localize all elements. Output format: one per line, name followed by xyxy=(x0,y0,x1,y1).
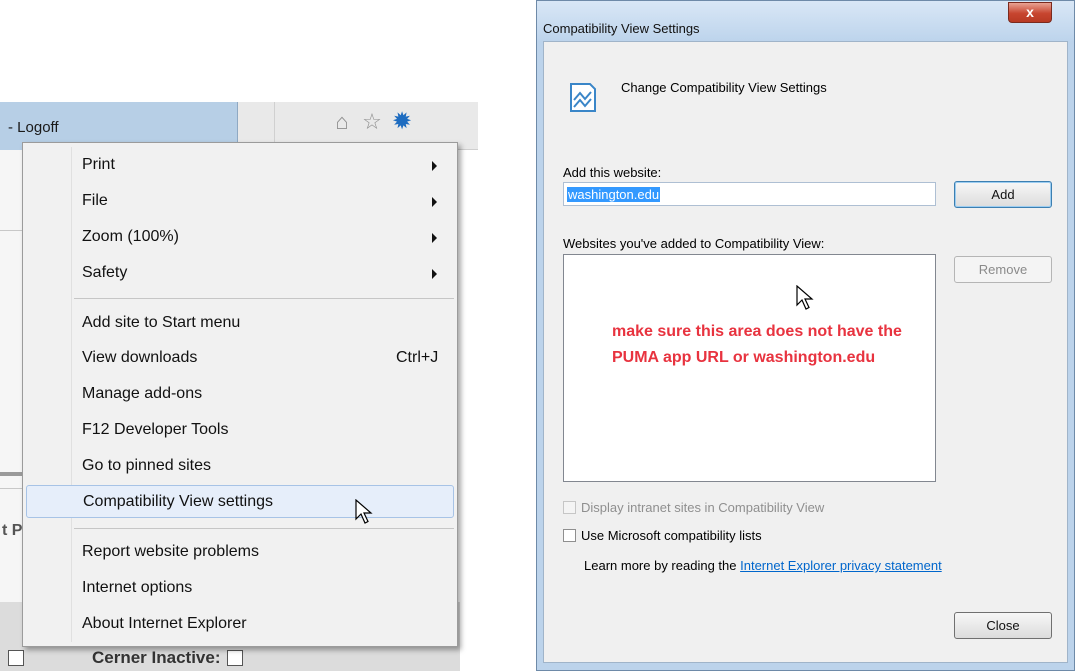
menu-item-label: Report website problems xyxy=(82,543,259,560)
menu-item-internet-options[interactable]: Internet options xyxy=(26,572,454,605)
cerner-inactive-row: Cerner Inactive: xyxy=(8,648,243,668)
close-button[interactable]: Close xyxy=(954,612,1052,639)
add-website-value: washington.edu xyxy=(567,187,661,202)
menu-item-shortcut: Ctrl+J xyxy=(396,349,439,366)
menu-item-label: F12 Developer Tools xyxy=(82,421,229,438)
cerner-inactive-checkbox[interactable] xyxy=(226,650,243,666)
menu-item-manage-addons[interactable]: Manage add-ons xyxy=(26,378,454,411)
added-websites-list[interactable]: make sure this area does not have the PU… xyxy=(563,254,936,482)
menu-item-about-ie[interactable]: About Internet Explorer xyxy=(26,608,454,641)
star-icon[interactable]: ☆ xyxy=(360,110,384,134)
submenu-arrow-icon xyxy=(432,161,437,171)
submenu-arrow-icon xyxy=(432,269,437,279)
menu-item-label: View downloads xyxy=(82,349,198,366)
ms-lists-checkbox-label: Use Microsoft compatibility lists xyxy=(581,528,762,543)
intranet-checkbox-label: Display intranet sites in Compatibility … xyxy=(581,500,825,515)
add-website-input[interactable]: washington.edu xyxy=(563,182,936,206)
menu-item-zoom[interactable]: Zoom (100%) xyxy=(26,221,454,254)
menu-item-label: Print xyxy=(82,156,115,173)
menu-item-label: Manage add-ons xyxy=(82,385,203,402)
menu-item-safety[interactable]: Safety xyxy=(26,257,454,290)
menu-item-file[interactable]: File xyxy=(26,185,454,218)
menu-item-add-site-start[interactable]: Add site to Start menu xyxy=(26,307,454,340)
websites-list-label: Websites you've added to Compatibility V… xyxy=(563,236,825,251)
learn-more-text: Learn more by reading the Internet Explo… xyxy=(584,558,942,573)
menu-item-label: File xyxy=(82,192,108,209)
compatibility-view-dialog: Compatibility View Settings x Change Com… xyxy=(536,0,1075,671)
menu-item-label: About Internet Explorer xyxy=(82,615,247,632)
home-icon[interactable]: ⌂ xyxy=(330,110,354,134)
ms-lists-checkbox[interactable] xyxy=(563,529,576,542)
menu-item-view-downloads[interactable]: View downloads Ctrl+J xyxy=(26,342,454,375)
tools-menu: Print File Zoom (100%) Safety Add site t… xyxy=(22,142,458,647)
close-icon[interactable]: x xyxy=(1008,2,1052,23)
ms-lists-checkbox-row[interactable]: Use Microsoft compatibility lists xyxy=(563,528,762,543)
submenu-arrow-icon xyxy=(432,197,437,207)
menu-item-compatibility-view-settings[interactable]: Compatibility View settings xyxy=(26,485,454,518)
menu-item-label: Safety xyxy=(82,264,128,281)
menu-item-report-problems[interactable]: Report website problems xyxy=(26,536,454,569)
menu-item-f12-tools[interactable]: F12 Developer Tools xyxy=(26,414,454,447)
menu-item-pinned-sites[interactable]: Go to pinned sites xyxy=(26,450,454,483)
dialog-title: Compatibility View Settings xyxy=(543,21,700,36)
menu-item-label: Go to pinned sites xyxy=(82,457,211,474)
submenu-arrow-icon xyxy=(432,233,437,243)
browser-tab-title: - Logoff xyxy=(8,119,59,136)
menu-item-label: Zoom (100%) xyxy=(82,228,179,245)
annotation-text: make sure this area does not have the PU… xyxy=(612,323,902,366)
add-button[interactable]: Add xyxy=(954,181,1052,208)
menu-separator xyxy=(74,528,454,529)
menu-separator xyxy=(74,298,454,299)
dialog-titlebar[interactable]: Compatibility View Settings x xyxy=(537,1,1074,41)
page-fragment-text: t P xyxy=(2,522,23,539)
checkbox[interactable] xyxy=(8,650,24,666)
remove-button[interactable]: Remove xyxy=(954,256,1052,283)
dialog-body: Change Compatibility View Settings Add t… xyxy=(543,41,1068,663)
compatibility-view-icon xyxy=(568,80,598,117)
intranet-checkbox-row[interactable]: Display intranet sites in Compatibility … xyxy=(563,500,824,515)
dialog-heading: Change Compatibility View Settings xyxy=(621,80,827,95)
gear-icon[interactable]: ✹ xyxy=(390,110,414,134)
menu-item-label: Add site to Start menu xyxy=(82,314,241,331)
menu-item-label: Compatibility View settings xyxy=(83,493,274,510)
menu-item-label: Internet options xyxy=(82,579,193,596)
browser-window: - Logoff ⌂ ☆ ✹ t P Cerner Inactive: Prin… xyxy=(0,0,478,671)
add-website-label: Add this website: xyxy=(563,165,662,180)
menu-item-print[interactable]: Print xyxy=(26,149,454,182)
cerner-inactive-label: Cerner Inactive: xyxy=(92,648,221,667)
learn-more-prefix: Learn more by reading the xyxy=(584,558,737,573)
intranet-checkbox[interactable] xyxy=(563,501,576,514)
privacy-statement-link[interactable]: Internet Explorer privacy statement xyxy=(740,558,942,573)
